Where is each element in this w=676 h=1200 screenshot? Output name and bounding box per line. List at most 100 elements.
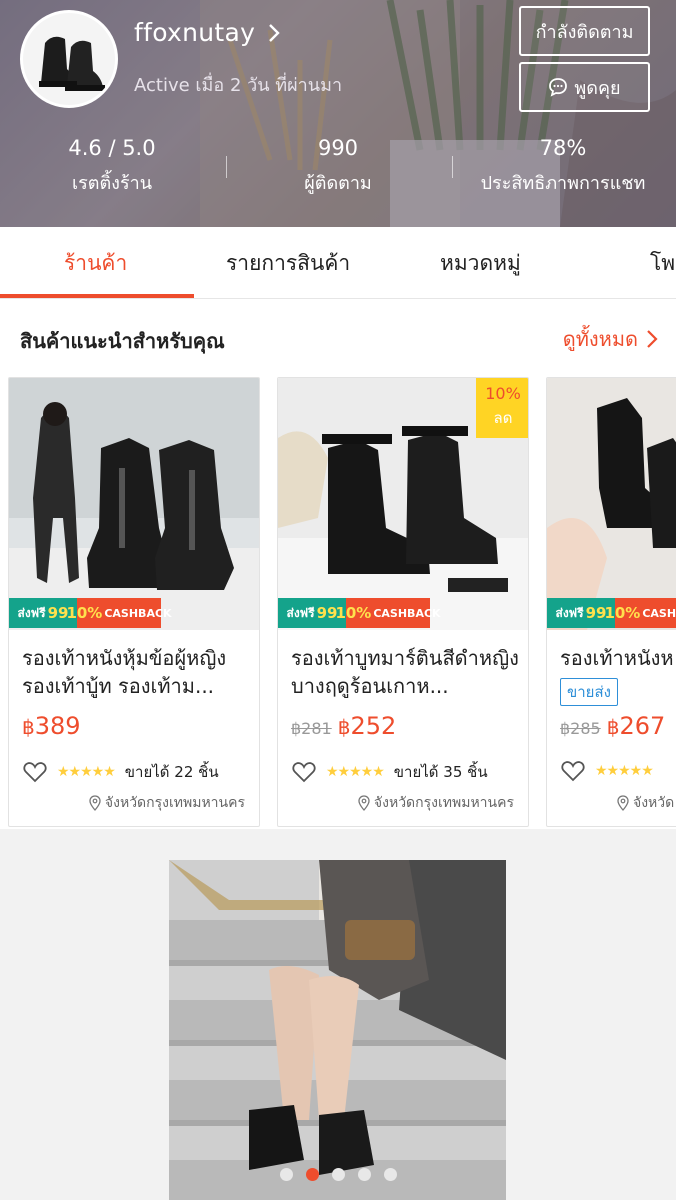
location-pin-icon [89, 795, 101, 811]
product-name[interactable]: รองเท้าหนังห [560, 644, 676, 672]
ship-amount: 99 [316, 604, 338, 622]
promo-badges: ส่งฟรี 99 10% CASHBACK [547, 598, 676, 628]
product-price: ฿389 [22, 712, 81, 740]
price-value: 252 [350, 712, 397, 740]
product-location: จังหวัด [633, 795, 675, 811]
product-carousel[interactable]: ส่งฟรี 99 10% CASHBACK รองเท้าหนังหุ้มข้… [8, 377, 676, 827]
stat-followers: 990 ผู้ติดตาม [258, 130, 418, 202]
stat-label: ประสิทธิภาพการแชท [480, 173, 646, 194]
cashback-pct: 10% [66, 604, 103, 622]
recommended-section: สินค้าแนะนำสำหรับคุณ ดูทั้งหมด ส่งฟรี 99… [0, 299, 676, 829]
cashback-badge: 10% CASHBACK [66, 598, 172, 628]
pagination-dot[interactable] [331, 1168, 345, 1181]
product-name[interactable]: รองเท้าบูทมาร์ตินสีดำหญิงบางฤดูร้อนเกาห.… [291, 644, 521, 700]
following-button-label: กำลังติดตาม [535, 21, 634, 43]
promo-badges: ส่งฟรี 99 10% CASHBACK [9, 598, 259, 628]
product-card[interactable]: ส่งฟรี 99 10% CASHBACK รองเท้าหนังหุ้มข้… [8, 377, 260, 827]
pagination-dot[interactable] [383, 1168, 397, 1181]
stat-divider [452, 156, 453, 178]
meta-row: ★★★★★ ขายได้ 22 ชิ้น [23, 760, 219, 784]
stat-label: เรตติ้งร้าน [71, 173, 153, 194]
shop-avatar[interactable] [20, 10, 118, 108]
product-image[interactable]: ส่งฟรี 99 10% CASHBACK [9, 378, 259, 630]
product-price: ฿252 [338, 712, 397, 740]
banner-pagination [0, 1168, 676, 1181]
heart-icon[interactable] [23, 761, 47, 783]
rating-stars-icon: ★★★★★ [595, 763, 654, 779]
wholesale-badge: ขายส่ง [560, 678, 618, 706]
following-button[interactable]: กำลังติดตาม [519, 6, 650, 56]
boots-avatar-icon [23, 13, 115, 105]
price-value: 267 [619, 712, 666, 740]
shop-name: ffoxnutay [134, 18, 256, 47]
tab-products[interactable]: รายการสินค้า [226, 227, 350, 298]
chat-button[interactable]: พูดคุย [519, 62, 650, 112]
stat-divider [226, 156, 227, 178]
sold-count: ขายได้ 22 ชิ้น [124, 763, 219, 781]
discount-badge: 10% ลด [476, 378, 528, 438]
cashback-pct: 10% [604, 604, 641, 622]
chevron-right-icon [269, 23, 280, 42]
ship-amount: 99 [585, 604, 607, 622]
product-image[interactable]: ส่งฟรี 99 10% CASHBACK [547, 378, 676, 630]
original-price: ฿285 [560, 719, 601, 738]
rating-stars-icon: ★★★★★ [326, 764, 385, 780]
chat-bubble-icon [549, 78, 568, 97]
location-row: จังหวัดกรุงเทพมหานคร [89, 792, 245, 814]
see-all-label: ดูทั้งหมด [562, 327, 638, 351]
heart-icon[interactable] [292, 761, 316, 783]
tab-categories[interactable]: หมวดหมู่ [440, 227, 521, 298]
product-name[interactable]: รองเท้าหนังหุ้มข้อผู้หญิง รองเท้าบู้ท รอ… [22, 644, 252, 700]
shop-tabs: ร้านค้า รายการสินค้า หมวดหมู่ โพ [0, 227, 676, 299]
product-card[interactable]: ส่งฟรี 99 10% CASHBACK รองเท้าหนังห ขายส… [546, 377, 676, 827]
currency-symbol: ฿ [22, 715, 35, 739]
stat-label: ผู้ติดตาม [304, 173, 372, 194]
cashback-pct: 10% [335, 604, 372, 622]
discount-label: ลด [493, 409, 513, 427]
discount-value: 10% [485, 384, 521, 403]
banner-photo [169, 860, 506, 1200]
chevron-right-icon [647, 330, 658, 348]
heart-icon[interactable] [561, 760, 585, 782]
promo-banner[interactable] [169, 860, 506, 1200]
section-title: สินค้าแนะนำสำหรับคุณ [20, 329, 225, 353]
original-price: ฿281 [291, 719, 332, 738]
tab-feed[interactable]: โพ [650, 227, 675, 298]
ship-label: ส่งฟรี [555, 605, 584, 620]
boots-photo [9, 378, 259, 630]
stat-value: 4.6 / 5.0 [68, 136, 156, 160]
stat-rating: 4.6 / 5.0 เรตติ้งร้าน [32, 130, 192, 202]
boots-photo [547, 378, 676, 630]
location-row: จังหวัด [617, 792, 674, 814]
price-row: ฿285 ฿267 [560, 712, 665, 740]
ship-label: ส่งฟรี [286, 605, 315, 620]
cashback-badge: 10% CASHBACK [335, 598, 441, 628]
cashback-badge: 10% CASHBACK [604, 598, 676, 628]
currency-symbol: ฿ [337, 715, 351, 739]
product-price: ฿267 [607, 712, 666, 740]
pagination-dot[interactable] [279, 1168, 293, 1181]
product-card[interactable]: 10% ลด ส่งฟรี 99 10% CASHBACK รองเท้าบูท… [277, 377, 529, 827]
price-row: ฿281 ฿252 [291, 712, 396, 740]
active-status: Active เมื่อ 2 วัน ที่ผ่านมา [134, 75, 343, 96]
stat-chat-performance: 78% ประสิทธิภาพการแชท [468, 130, 658, 202]
rating-stars-icon: ★★★★★ [57, 764, 116, 780]
location-pin-icon [617, 795, 629, 811]
promo-badges: ส่งฟรี 99 10% CASHBACK [278, 598, 528, 628]
location-row: จังหวัดกรุงเทพมหานคร [358, 792, 514, 814]
shop-name-link[interactable]: ffoxnutay [134, 18, 283, 47]
stat-value: 990 [317, 136, 359, 160]
pagination-dot[interactable] [305, 1168, 319, 1181]
tab-active-indicator [0, 294, 194, 298]
chat-button-label: พูดคุย [574, 77, 621, 99]
pagination-dot[interactable] [357, 1168, 371, 1181]
price-row: ฿389 [22, 712, 81, 740]
ship-label: ส่งฟรี [17, 605, 46, 620]
product-image[interactable]: 10% ลด ส่งฟรี 99 10% CASHBACK [278, 378, 528, 630]
price-value: 389 [34, 712, 81, 740]
meta-row: ★★★★★ [561, 760, 654, 782]
see-all-link[interactable]: ดูทั้งหมด [563, 323, 658, 355]
tab-shop[interactable]: ร้านค้า [64, 227, 127, 298]
shop-header: ffoxnutay Active เมื่อ 2 วัน ที่ผ่านมา ก… [0, 0, 676, 227]
product-location: จังหวัดกรุงเทพมหานคร [104, 795, 245, 811]
